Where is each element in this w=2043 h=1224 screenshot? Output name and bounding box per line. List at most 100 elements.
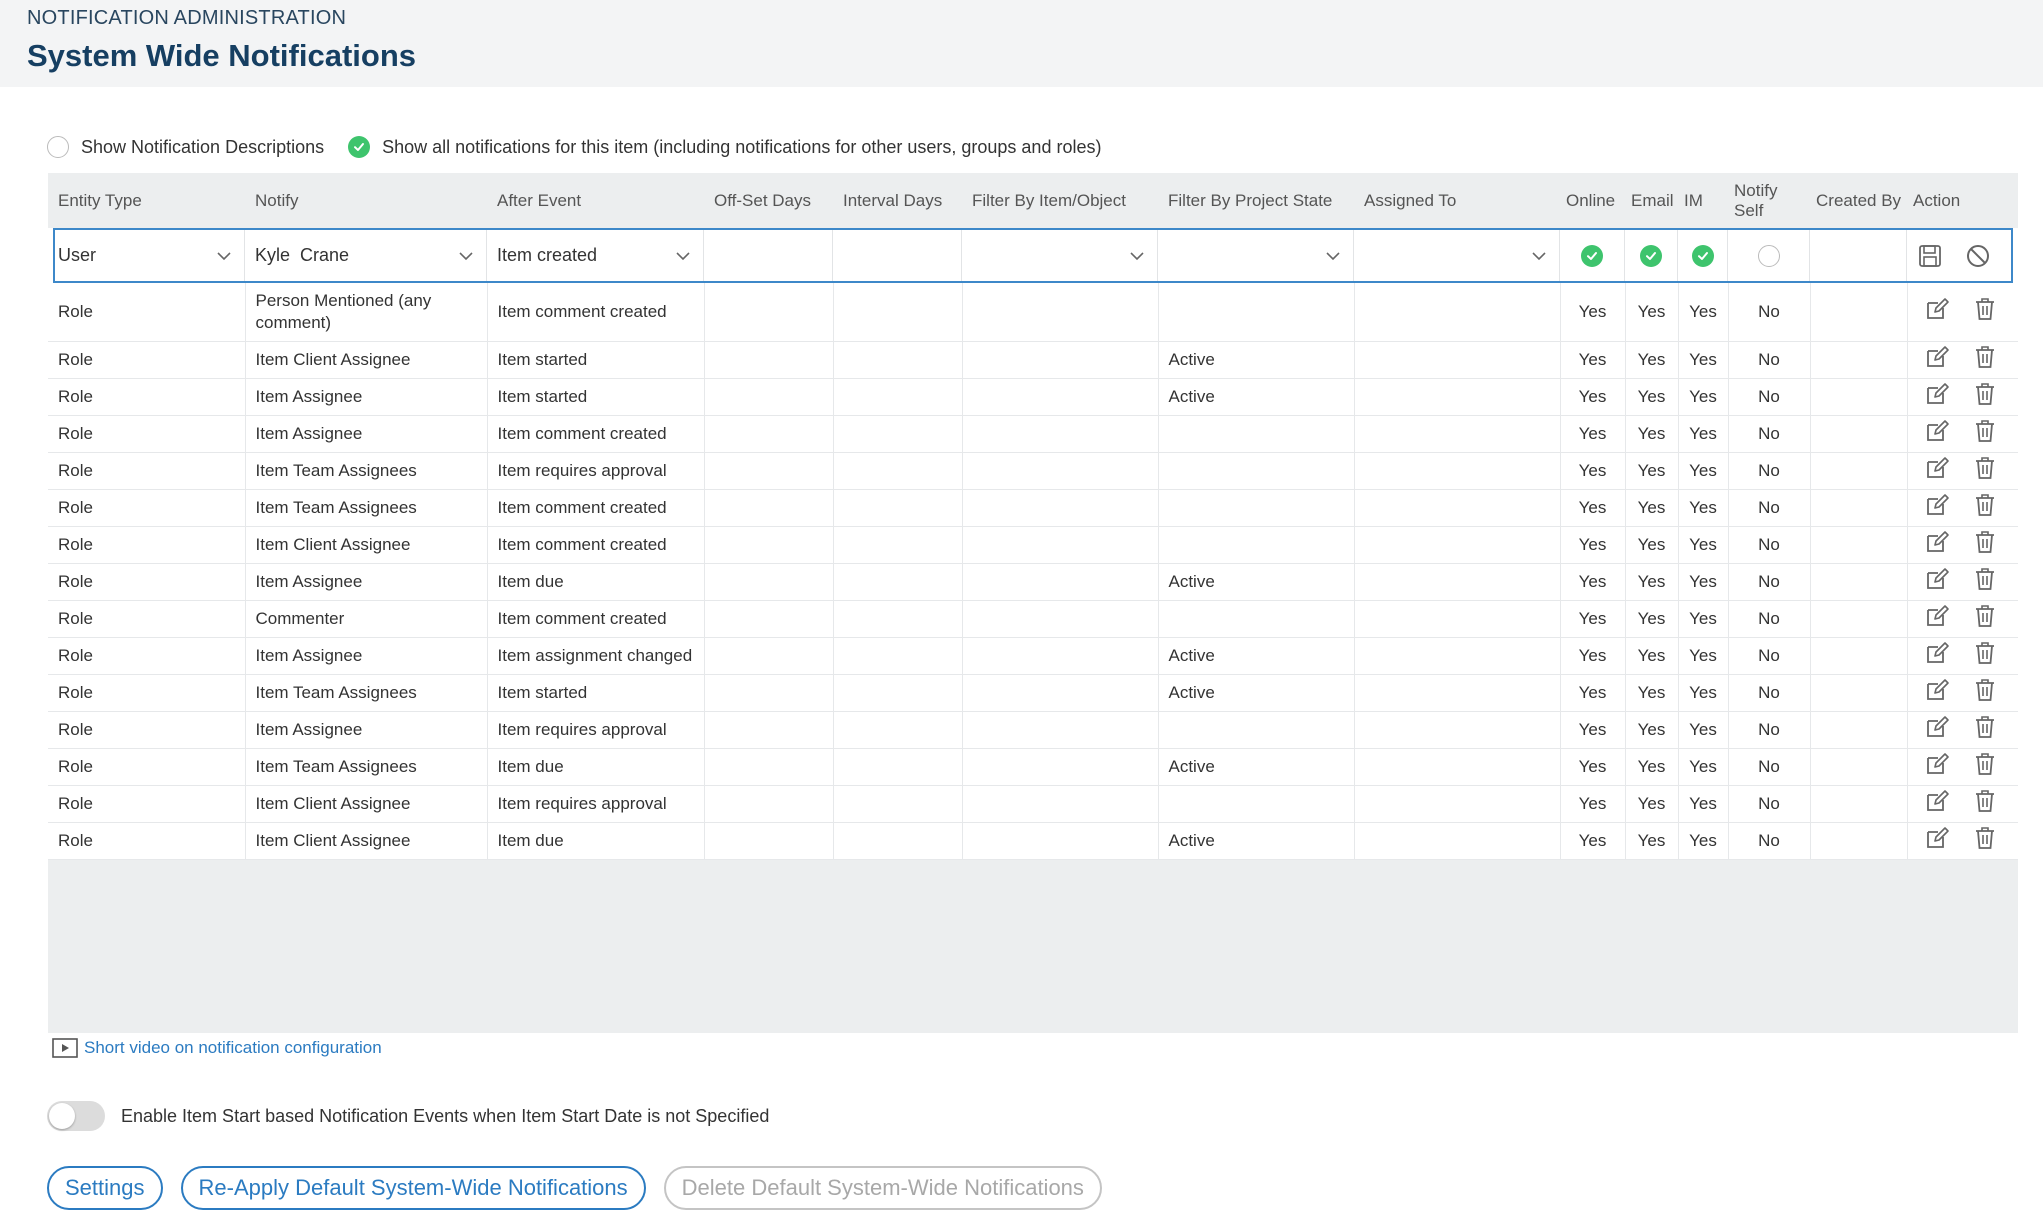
online-cell: Yes (1560, 415, 1626, 453)
trash-icon[interactable] (1972, 677, 1998, 709)
trash-icon[interactable] (1972, 381, 1998, 413)
trash-icon[interactable] (1972, 640, 1998, 672)
action-cell (1907, 822, 2018, 860)
im-check-icon[interactable] (1691, 244, 1714, 267)
video-link-label[interactable]: Short video on notification configuratio… (84, 1038, 382, 1058)
trash-icon[interactable] (1972, 788, 1998, 820)
chevron-down-icon (676, 251, 690, 260)
table-row[interactable]: Role Item Assignee Item started Active Yes Ye… (48, 378, 2018, 416)
table-row[interactable]: Role Item Client Assignee Item requires ap… (48, 785, 2018, 823)
settings-button[interactable]: Settings (47, 1166, 163, 1210)
email-cell: Yes (1625, 526, 1679, 564)
filter-state-select[interactable] (1158, 230, 1354, 281)
col-im[interactable]: IM (1678, 173, 1728, 228)
trash-icon[interactable] (1972, 603, 1998, 635)
table-row[interactable]: Role Item Team Assignees Item due Active Yes… (48, 748, 2018, 786)
table-row[interactable]: Role Item Assignee Item due Active Yes Yes Yes… (48, 563, 2018, 601)
table-row[interactable]: Role Item Assignee Item comment created Yes… (48, 415, 2018, 453)
edit-icon[interactable] (1924, 455, 1950, 487)
trash-icon[interactable] (1972, 492, 1998, 524)
filter-item-select[interactable] (962, 230, 1158, 281)
table-row[interactable]: Role Person Mentioned (any comment) Item c… (48, 283, 2018, 342)
trash-icon[interactable] (1972, 529, 1998, 561)
edit-icon[interactable] (1924, 344, 1950, 376)
email-check-icon[interactable] (1640, 244, 1662, 267)
show-all-label[interactable]: Show all notifications for this item (in… (382, 137, 1101, 158)
trash-icon[interactable] (1972, 418, 1998, 450)
table-row[interactable]: Role Item Client Assignee Item due Active Ye… (48, 822, 2018, 860)
after-event-select[interactable]: Item created (487, 230, 704, 281)
edit-icon[interactable] (1924, 296, 1950, 328)
im-cell: Yes (1678, 637, 1729, 675)
col-email[interactable]: Email (1625, 173, 1678, 228)
edit-icon[interactable] (1924, 566, 1950, 598)
reapply-defaults-button[interactable]: Re-Apply Default System-Wide Notificatio… (180, 1166, 646, 1210)
trash-icon[interactable] (1972, 455, 1998, 487)
col-filter-item[interactable]: Filter By Item/Object (962, 173, 1158, 228)
save-icon[interactable] (1917, 243, 1943, 269)
edit-icon[interactable] (1924, 714, 1950, 746)
table-row[interactable]: Role Commenter Item comment created Yes Yes Y… (48, 600, 2018, 638)
entity-type-select[interactable]: User (48, 230, 245, 281)
edit-icon[interactable] (1924, 677, 1950, 709)
edit-icon[interactable] (1924, 788, 1950, 820)
notify-cell: Item Assignee (245, 378, 488, 416)
col-filter-state[interactable]: Filter By Project State (1158, 173, 1354, 228)
assigned-to-select[interactable] (1354, 230, 1560, 281)
table-row[interactable]: Role Item Team Assignees Item requires app… (48, 452, 2018, 490)
edit-icon[interactable] (1924, 381, 1950, 413)
edit-icon[interactable] (1924, 825, 1950, 857)
interval-days-input[interactable] (833, 230, 962, 281)
action-cell (1907, 452, 2018, 490)
col-entity-type[interactable]: Entity Type (48, 173, 245, 228)
edit-icon[interactable] (1924, 418, 1950, 450)
delete-defaults-button[interactable]: Delete Default System-Wide Notifications (663, 1166, 1102, 1210)
notify-self-radio[interactable] (1757, 244, 1780, 267)
trash-icon[interactable] (1972, 825, 1998, 857)
offset-days-cell (704, 785, 834, 823)
table-row[interactable]: Role Item Client Assignee Item started Acti… (48, 341, 2018, 379)
table-row[interactable]: Role Item Team Assignees Item started Activ… (48, 674, 2018, 712)
col-online[interactable]: Online (1560, 173, 1625, 228)
edit-icon[interactable] (1924, 640, 1950, 672)
video-icon (52, 1038, 78, 1058)
col-after-event[interactable]: After Event (487, 173, 704, 228)
cancel-icon[interactable] (1965, 243, 1991, 269)
col-notify[interactable]: Notify (245, 173, 487, 228)
trash-icon[interactable] (1972, 566, 1998, 598)
table-row[interactable]: Role Item Assignee Item assignment changed… (48, 637, 2018, 675)
online-cell: Yes (1560, 637, 1626, 675)
chevron-down-icon (1532, 251, 1546, 260)
filter-item-cell (962, 452, 1159, 490)
table-row[interactable]: Role Item Assignee Item requires approval Y… (48, 711, 2018, 749)
filter-state-cell (1158, 283, 1355, 342)
show-descriptions-radio[interactable] (47, 136, 69, 158)
notify-self-cell: No (1728, 600, 1811, 638)
col-offset-days[interactable]: Off-Set Days (704, 173, 833, 228)
table-row[interactable]: Role Item Team Assignees Item comment crea… (48, 489, 2018, 527)
filter-state-cell: Active (1158, 822, 1355, 860)
start-date-toggle[interactable] (47, 1101, 105, 1131)
edit-icon[interactable] (1924, 751, 1950, 783)
offset-days-input[interactable] (704, 230, 833, 281)
online-check-icon[interactable] (1581, 244, 1603, 267)
edit-icon[interactable] (1924, 603, 1950, 635)
trash-icon[interactable] (1972, 751, 1998, 783)
video-link[interactable]: Short video on notification configuratio… (52, 1038, 382, 1058)
col-notify-self[interactable]: Notify Self (1728, 173, 1810, 228)
trash-icon[interactable] (1972, 296, 1998, 328)
edit-icon[interactable] (1924, 529, 1950, 561)
trash-icon[interactable] (1972, 714, 1998, 746)
edit-icon[interactable] (1924, 492, 1950, 524)
show-descriptions-label[interactable]: Show Notification Descriptions (81, 137, 324, 158)
table-row[interactable]: Role Item Client Assignee Item comment cre… (48, 526, 2018, 564)
trash-icon[interactable] (1972, 344, 1998, 376)
show-all-check-icon[interactable] (348, 136, 371, 158)
col-interval-days[interactable]: Interval Days (833, 173, 962, 228)
col-created-by[interactable]: Created By (1810, 173, 1907, 228)
notify-self-cell: No (1728, 822, 1811, 860)
offset-days-cell (704, 822, 834, 860)
col-assigned-to[interactable]: Assigned To (1354, 173, 1560, 228)
notify-select[interactable]: Kyle Crane (245, 230, 487, 281)
online-cell: Yes (1560, 748, 1626, 786)
